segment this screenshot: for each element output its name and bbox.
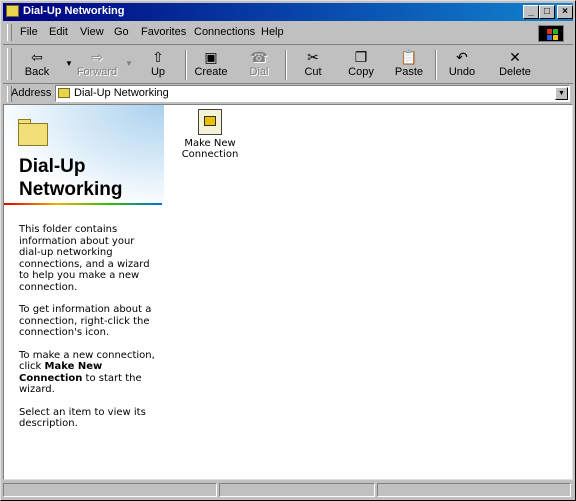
forward-arrow-icon: ⇨ [91, 49, 103, 65]
copy-label: Copy [348, 66, 374, 78]
menu-grip [7, 24, 12, 41]
undo-label: Undo [448, 66, 476, 78]
maximize-button[interactable]: □ [539, 5, 555, 19]
panel-title-text: Dial-Up Networking [19, 156, 123, 200]
panel-title: Dial-Up Networking [19, 155, 149, 201]
address-input[interactable]: Dial-Up Networking ▼ [55, 85, 570, 102]
minimize-button[interactable]: _ [523, 5, 539, 19]
forward-label: Forward [76, 66, 118, 78]
copy-icon: ❐ [354, 49, 368, 65]
up-button[interactable]: ⇧ Up [136, 48, 180, 82]
panel-paragraph: To get information about a connection, r… [19, 304, 152, 338]
status-bar [3, 482, 573, 498]
phone-icon: ☎ [250, 49, 268, 65]
dial-button[interactable]: ☎ Dial [237, 48, 281, 82]
toolbar-separator [185, 50, 187, 80]
address-label: Address [11, 87, 52, 99]
address-dropdown-button[interactable]: ▼ [555, 87, 568, 100]
panel-description: This folder contains information about y… [19, 224, 159, 441]
menu-view[interactable]: View [80, 26, 104, 38]
up-label: Up [150, 66, 166, 78]
back-label: Back [24, 66, 50, 78]
paste-icon: 📋 [400, 49, 418, 65]
delete-button[interactable]: ✕ Delete [493, 48, 537, 82]
dial-label: Dial [249, 66, 269, 78]
forward-dropdown-icon[interactable]: ▼ [125, 59, 133, 68]
cut-label: Cut [304, 66, 322, 78]
menu-favorites[interactable]: Favorites [141, 26, 186, 38]
undo-button[interactable]: ↶ Undo [440, 48, 484, 82]
folder-view[interactable]: Dial-Up Networking This folder contains … [3, 104, 573, 480]
title-bar[interactable]: Dial-Up Networking _ □ × [3, 3, 573, 21]
up-folder-icon: ⇧ [152, 49, 164, 65]
panel-paragraph: Select an item to view its description. [19, 406, 146, 430]
scissors-icon: ✂ [307, 49, 319, 65]
paste-button[interactable]: 📋 Paste [387, 48, 431, 82]
windows-logo-icon [538, 25, 564, 42]
make-new-connection-item[interactable]: Make New Connection [180, 109, 240, 160]
create-label: Create [194, 66, 228, 78]
create-button[interactable]: ▣ Create [189, 48, 233, 82]
dial-up-folder-icon [58, 88, 70, 98]
menu-connections[interactable]: Connections [194, 26, 255, 38]
forward-button[interactable]: ⇨ Forward [75, 48, 119, 82]
menu-edit[interactable]: Edit [49, 26, 68, 38]
cut-button[interactable]: ✂ Cut [291, 48, 335, 82]
back-button[interactable]: ⇦ Back [15, 48, 59, 82]
menu-file[interactable]: File [20, 26, 38, 38]
toolbar-grip [7, 48, 12, 80]
new-connection-icon: ▣ [204, 49, 218, 65]
panel-paragraph: To make a new connection, click Make New… [19, 350, 159, 396]
panel-divider [4, 203, 162, 205]
web-view-panel: Dial-Up Networking This folder contains … [4, 105, 164, 479]
menu-help[interactable]: Help [261, 26, 284, 38]
delete-label: Delete [499, 66, 531, 78]
paste-label: Paste [394, 66, 424, 78]
window-title: Dial-Up Networking [23, 5, 125, 17]
toolbar-separator [285, 50, 287, 80]
menu-go[interactable]: Go [114, 26, 129, 38]
standard-toolbar: ⇦ Back ▼ ⇨ Forward ▼ ⇧ Up ▣ Create ☎ Dia… [3, 44, 573, 84]
undo-icon: ↶ [456, 49, 468, 65]
status-pane-zone [377, 483, 571, 497]
panel-paragraph: This folder contains information about y… [19, 224, 150, 293]
x-delete-icon: ✕ [509, 49, 521, 65]
make-new-connection-icon [198, 109, 222, 135]
toolbar-separator [435, 50, 437, 80]
explorer-window: Dial-Up Networking _ □ × File Edit View … [0, 0, 576, 501]
item-label: Make New Connection [181, 138, 239, 160]
status-pane-size [219, 483, 375, 497]
address-bar: Address Dial-Up Networking ▼ [3, 83, 573, 104]
close-button[interactable]: × [557, 5, 573, 19]
copy-button[interactable]: ❐ Copy [339, 48, 383, 82]
address-value: Dial-Up Networking [74, 87, 169, 99]
back-dropdown-icon[interactable]: ▼ [65, 59, 73, 68]
menu-bar: File Edit View Go Favorites Connections … [3, 23, 573, 43]
status-pane-main [3, 483, 217, 497]
dial-up-folder-icon [6, 5, 19, 17]
folder-icon [18, 123, 48, 146]
back-arrow-icon: ⇦ [31, 49, 43, 65]
